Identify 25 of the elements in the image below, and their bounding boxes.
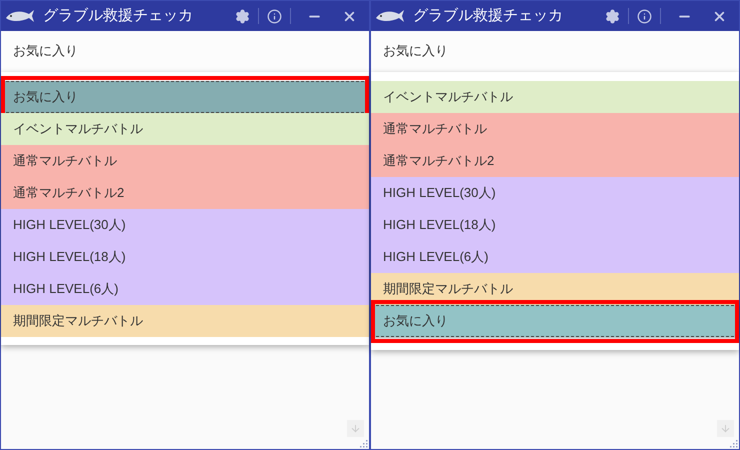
dropdown-option[interactable]: 通常マルチバトル	[1, 145, 369, 177]
dropdown-option[interactable]: HIGH LEVEL(6人)	[1, 273, 369, 305]
dropdown-option[interactable]: HIGH LEVEL(6人)	[371, 241, 739, 273]
dropdown-option[interactable]: HIGH LEVEL(30人)	[1, 209, 369, 241]
dropdown-option[interactable]: HIGH LEVEL(18人)	[371, 209, 739, 241]
dropdown-option[interactable]: 通常マルチバトル2	[1, 177, 369, 209]
dropdown-option[interactable]: イベントマルチバトル	[1, 113, 369, 145]
settings-icon[interactable]	[605, 8, 620, 24]
dropdown-option[interactable]: 期間限定マルチバトル	[1, 305, 369, 337]
dropdown-option[interactable]: イベントマルチバトル	[371, 81, 739, 113]
window-title: グラブル救援チェッカ	[413, 6, 564, 26]
dropdown-option[interactable]: 通常マルチバトル	[371, 113, 739, 145]
arrow-down-icon	[350, 423, 361, 434]
window-title: グラブル救援チェッカ	[43, 6, 194, 26]
settings-icon[interactable]	[235, 8, 250, 24]
resize-grip-icon[interactable]	[359, 439, 368, 448]
fish-logo-icon	[375, 9, 405, 23]
info-icon[interactable]	[267, 8, 282, 24]
dropdown-option[interactable]: 通常マルチバトル2	[371, 145, 739, 177]
dropdown-option[interactable]: HIGH LEVEL(18人)	[1, 241, 369, 273]
fish-logo-icon	[5, 9, 35, 23]
info-icon[interactable]	[637, 8, 652, 24]
dropdown-option[interactable]: HIGH LEVEL(30人)	[371, 177, 739, 209]
resize-grip-icon[interactable]	[729, 439, 738, 448]
arrow-down-icon	[720, 423, 731, 434]
